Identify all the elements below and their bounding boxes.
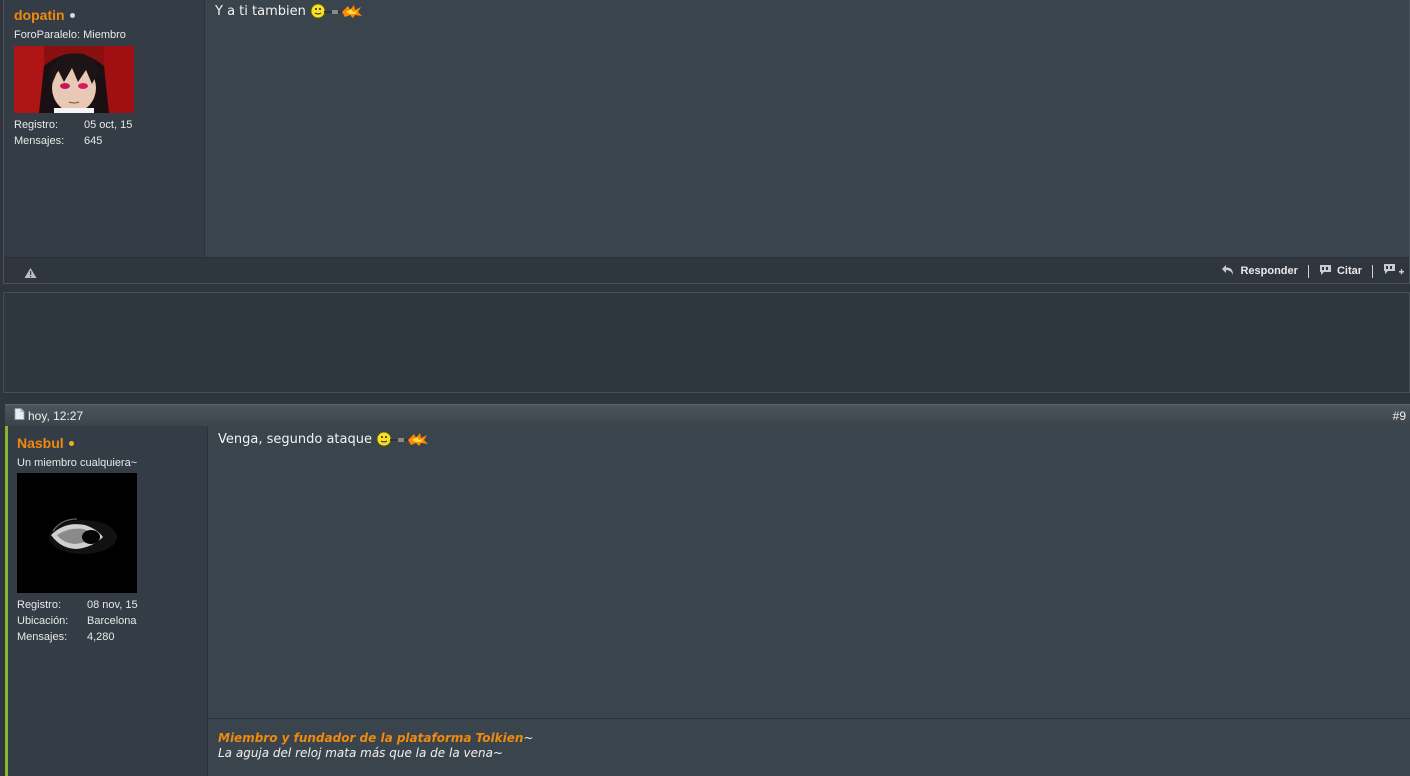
warning-icon[interactable] <box>24 264 37 283</box>
stat-row: Mensajes: 4,280 <box>17 631 115 643</box>
post-2-avatar[interactable] <box>17 473 137 593</box>
post-1-content: Y a ti tambien <box>205 0 1409 257</box>
stat-row: Registro: 05 oct, 15 <box>14 119 133 131</box>
online-status-icon <box>69 13 75 18</box>
post-2-signature: Miembro y fundador de la plataforma Tolk… <box>208 718 1410 776</box>
post-1: dopatin ForoParalelo: Miembro Registro: … <box>3 0 1410 284</box>
multiquote-icon <box>1383 263 1405 280</box>
post-2-date: hoy, 12:27 <box>14 408 83 423</box>
post-1-message: Y a ti tambien <box>215 3 364 19</box>
reply-button[interactable]: Responder <box>1211 264 1307 279</box>
post-2: Nasbul Un miembro cualquiera~ Registro: 0… <box>5 426 1410 776</box>
stat-row: Ubicación: Barcelona <box>17 615 137 627</box>
post-2-stats: Registro: 08 nov, 15 Ubicación: Barcelona … <box>17 597 138 645</box>
post-2-content: Venga, segundo ataque <box>208 426 1410 718</box>
stat-row: Mensajes: 645 <box>14 135 103 147</box>
ad-placeholder <box>3 292 1410 393</box>
quote-button[interactable]: Citar <box>1309 264 1372 279</box>
multiquote-button[interactable] <box>1373 263 1409 280</box>
post-1-username[interactable]: dopatin <box>14 7 65 23</box>
smiley-fire-icon <box>376 431 430 447</box>
smiley-fire-icon <box>310 3 364 19</box>
signature-line-2: La aguja del reloj mata más que la de la… <box>218 746 503 760</box>
document-icon <box>14 408 25 423</box>
post-1-footer: Responder Citar <box>4 257 1409 283</box>
stat-row: Registro: 08 nov, 15 <box>17 599 138 611</box>
post-1-avatar[interactable] <box>14 46 134 113</box>
post-1-stats: Registro: 05 oct, 15 Mensajes: 645 <box>14 117 132 149</box>
post-1-userinfo: dopatin ForoParalelo: Miembro Registro: … <box>4 0 205 257</box>
post-2-message: Venga, segundo ataque <box>218 431 430 447</box>
reply-icon <box>1221 264 1235 279</box>
post-1-actions: Responder Citar <box>1211 258 1409 284</box>
post-2-user-title: Un miembro cualquiera~ <box>17 457 138 469</box>
post-2-username[interactable]: Nasbul <box>17 435 64 451</box>
post-number-link[interactable]: #9 <box>1393 409 1406 423</box>
post-1-user-title: ForoParalelo: Miembro <box>14 29 126 41</box>
online-status-icon <box>68 441 74 446</box>
post-2-userinfo: Nasbul Un miembro cualquiera~ Registro: 0… <box>8 426 208 776</box>
post-2-header: hoy, 12:27 #9 <box>5 404 1410 426</box>
quote-icon <box>1319 264 1332 279</box>
thread-page: dopatin ForoParalelo: Miembro Registro: … <box>0 0 1410 776</box>
signature-line-1: Miembro y fundador de la plataforma Tolk… <box>218 731 534 745</box>
